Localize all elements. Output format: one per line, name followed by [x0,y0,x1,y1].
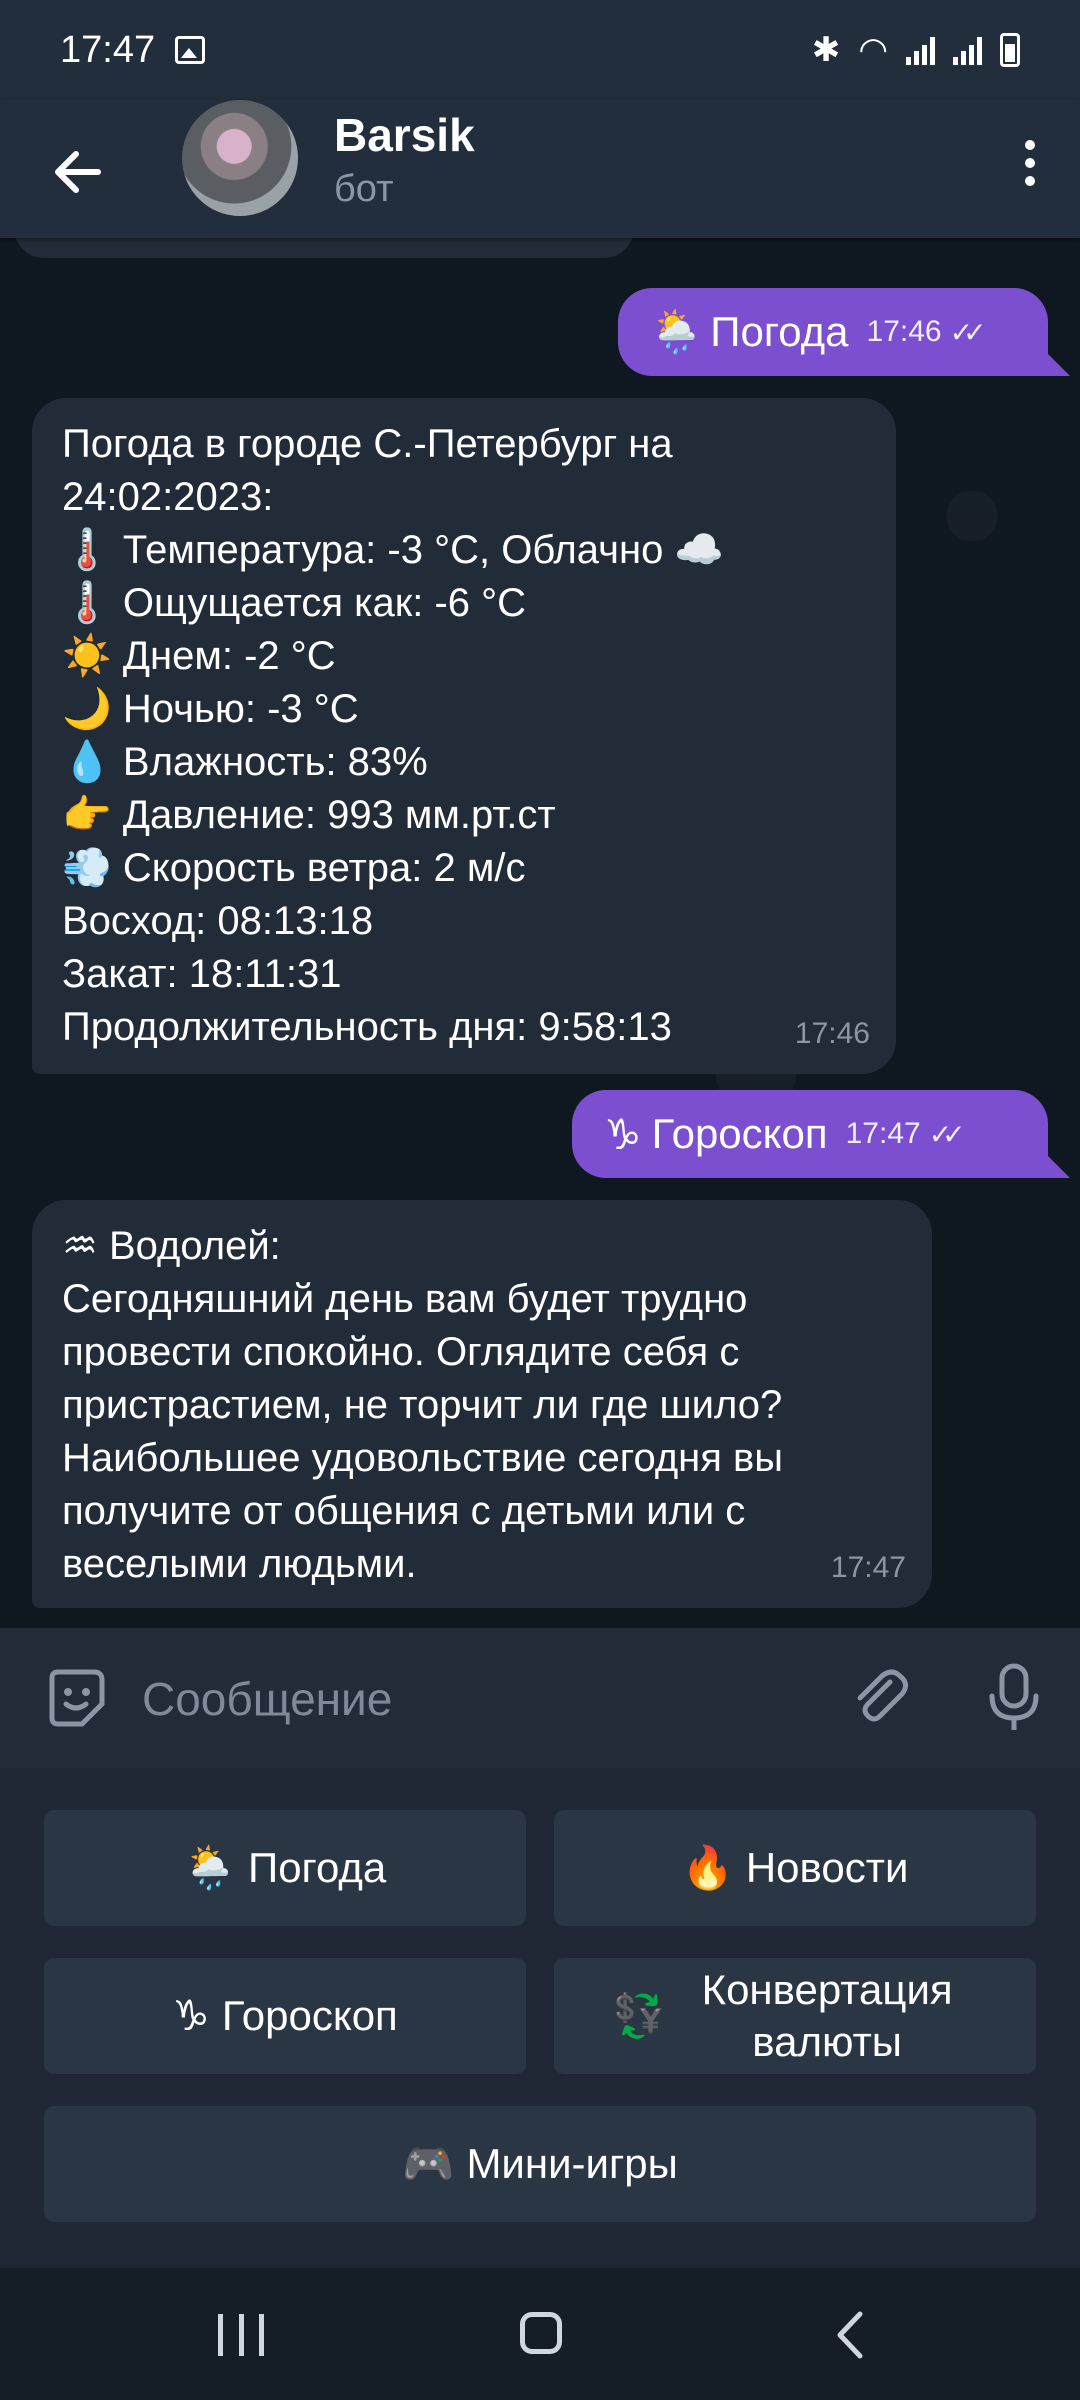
bot-keyboard: 🌦️ Погода 🔥 Новости ♑ Гороскоп 💱 Конверт… [0,1768,1080,2268]
signal-2-icon [953,35,982,65]
message-time: 17:47 [830,1551,906,1584]
message-line: Сегодняшний день вам будет трудно [62,1277,748,1321]
message-text: Гороскоп [651,1110,828,1157]
message-composer [0,1628,1080,1768]
button-label: Конвертация валюты [701,1966,953,2065]
wifi-icon: ◠ [858,31,888,69]
message-input[interactable] [140,1658,804,1740]
message-line: 🌡️ Ощущается как: -6 °C [62,581,527,625]
message-line: получите от общения с детьми или с [62,1489,746,1533]
sticker-icon[interactable] [42,1664,110,1732]
system-navigation-bar [0,2268,1080,2400]
message-line: ☀️ Днем: -2 °C [62,634,336,678]
keyboard-button-currency[interactable]: 💱 Конвертация валюты [554,1958,1036,2074]
bluetooth-icon: ✱ [811,31,841,69]
message-emoji: 🌦️ [650,307,703,355]
outgoing-message[interactable]: 🌦️ Погода 17:46 ✓✓ [618,288,1048,376]
status-bar: 17:47 ✱ ◠ [0,0,1080,100]
fire-icon: 🔥 [681,1844,734,1891]
message-line: пристрастием, не торчит ли где шило? [62,1383,783,1427]
incoming-message[interactable]: Погода в городе С.-Петербург на 24:02:202… [32,398,896,1074]
microphone-icon[interactable] [982,1662,1046,1734]
chat-subtitle: бот [334,168,394,210]
message-line: Продолжительность дня: 9:58:13 [62,1005,672,1049]
paperclip-icon[interactable] [846,1664,914,1732]
chat-title[interactable]: Barsik [334,108,475,162]
capricorn-icon: ♑ [172,1992,210,2039]
read-checkmarks-icon: ✓✓ [928,1118,966,1150]
previous-message-partial [14,238,634,258]
keyboard-button-horoscope[interactable]: ♑ Гороскоп [44,1958,526,2074]
message-text: Погода [710,308,849,355]
home-icon[interactable] [520,2312,562,2354]
more-vertical-icon[interactable] [1020,132,1040,202]
chat-header: Barsik бот [0,100,1080,238]
message-line: веселыми людьми. [62,1542,417,1586]
message-line: Закат: 18:11:31 [62,952,342,996]
keyboard-button-weather[interactable]: 🌦️ Погода [44,1810,526,1926]
battery-icon [1000,33,1020,67]
keyboard-button-minigames[interactable]: 🎮 Мини-игры [44,2106,1036,2222]
weather-icon: 🌦️ [183,1844,237,1891]
button-label: Погода [248,1844,387,1891]
recent-apps-icon[interactable] [218,2314,264,2356]
button-label: Новости [745,1844,909,1891]
chat-area[interactable]: 🌦️ Погода 17:46 ✓✓ Погода в городе С.-Пе… [0,238,1080,1628]
message-line: 👉 Давление: 993 мм.рт.ст [62,793,556,837]
bubble-tail [1048,1156,1070,1178]
message-line: 24:02:2023: [62,475,274,519]
read-checkmarks-icon: ✓✓ [949,316,987,348]
gallery-notification-icon [175,36,206,64]
message-line: Погода в городе С.-Петербург на [62,422,673,466]
message-line: Восход: 08:13:18 [62,899,374,943]
back-nav-icon[interactable] [830,2310,870,2360]
avatar[interactable] [182,100,298,216]
status-time: 17:47 [60,28,156,71]
gamepad-icon: 🎮 [402,2140,455,2187]
outgoing-message[interactable]: ♑ Гороскоп 17:47 ✓✓ [572,1090,1048,1178]
message-time: 17:46 [866,315,942,348]
message-line: 🌙 Ночью: -3 °C [62,687,359,731]
message-line: провести спокойно. Оглядите себя с [62,1330,740,1374]
message-line: 🌡️ Температура: -3 °C, Облачно ☁️ [62,528,725,572]
message-time: 17:46 [794,1017,870,1050]
back-arrow-icon[interactable] [48,142,108,202]
keyboard-button-news[interactable]: 🔥 Новости [554,1810,1036,1926]
incoming-message[interactable]: ♒ Водолей: Сегодняшний день вам будет тру… [32,1200,932,1608]
bubble-tail [1048,354,1070,376]
message-line: ♒ Водолей: [62,1224,281,1268]
signal-1-icon [906,35,935,65]
message-line: 💧 Влажность: 83% [62,740,428,784]
message-line: 💨 Скорость ветра: 2 м/с [62,846,526,890]
message-time: 17:47 [845,1117,921,1150]
currency-exchange-icon: 💱 [612,1992,666,2039]
button-label: Гороскоп [221,1992,398,2039]
message-emoji: ♑ [604,1110,642,1158]
message-line: Наибольшее удовольствие сегодня вы [62,1436,784,1480]
button-label: Мини-игры [466,2140,678,2187]
